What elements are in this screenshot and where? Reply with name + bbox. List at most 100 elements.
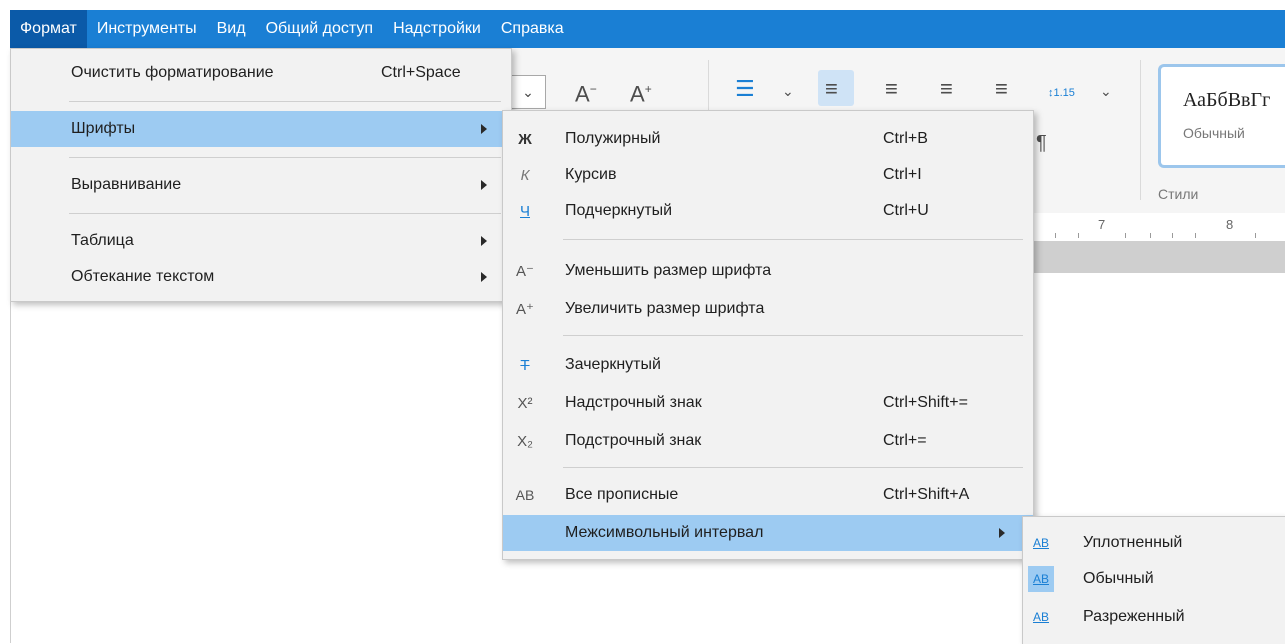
ruler-tick — [1172, 233, 1173, 238]
chevron-down-icon[interactable]: ⌄ — [782, 80, 794, 102]
menu-item-label: Уплотненный — [1083, 534, 1183, 551]
menu-item-label: Подчеркнутый — [565, 202, 673, 219]
bold-icon: Ж — [518, 130, 532, 148]
submenu-arrow-icon — [481, 180, 487, 190]
character-spacing-submenu: AB Уплотненный AB Обычный AB Разреженный — [1022, 516, 1285, 644]
menu-item-label: Надстрочный знак — [565, 394, 702, 411]
menu-item-label: Увеличить размер шрифта — [565, 300, 765, 317]
menu-item-text-wrap[interactable]: Обтекание текстом — [11, 259, 511, 295]
menu-item-label: Обычный — [1083, 570, 1154, 587]
underline-icon: Ч — [520, 202, 530, 220]
chevron-down-icon: ⌄ — [522, 83, 534, 100]
submenu-arrow-icon — [481, 236, 487, 246]
menu-separator — [563, 467, 1023, 468]
chevron-down-icon[interactable]: ⌄ — [1100, 80, 1112, 102]
italic-icon: К — [520, 166, 530, 184]
subscript-icon: X₂ — [517, 432, 533, 450]
menu-help[interactable]: Справка — [491, 10, 574, 48]
menu-item-fonts[interactable]: Шрифты — [11, 111, 511, 147]
menu-item-label: Подстрочный знак — [565, 432, 702, 449]
menu-item-label: Шрифты — [71, 120, 136, 137]
expanded-spacing-icon: AB — [1032, 610, 1049, 624]
all-caps-icon: AB — [515, 487, 535, 503]
menu-item-increase-font[interactable]: A⁺ Увеличить размер шрифта — [503, 291, 1033, 327]
menu-item-shortcut: Ctrl+I — [883, 166, 922, 183]
ruler-number: 7 — [1098, 217, 1106, 232]
align-left-icon[interactable]: ≡ — [825, 78, 838, 100]
menu-separator — [563, 335, 1023, 336]
menu-item-shortcut: Ctrl+= — [883, 432, 927, 449]
submenu-arrow-icon — [481, 124, 487, 134]
align-right-icon[interactable]: ≡ — [940, 78, 953, 100]
menu-item-normal-spacing[interactable]: AB Обычный — [1023, 561, 1285, 597]
menu-addons[interactable]: Надстройки — [383, 10, 491, 48]
menu-item-label: Курсив — [565, 166, 617, 183]
toolbar-separator — [1140, 60, 1141, 200]
line-spacing-icon[interactable]: ↕1.15 — [1048, 82, 1075, 104]
submenu-arrow-icon — [999, 528, 1005, 538]
submenu-arrow-icon — [481, 272, 487, 282]
menu-item-all-caps[interactable]: AB Все прописные Ctrl+Shift+A — [503, 477, 1033, 513]
menu-item-decrease-font[interactable]: A⁻ Уменьшить размер шрифта — [503, 253, 1033, 289]
menu-item-underline[interactable]: Ч Подчеркнутый Ctrl+U — [503, 193, 1033, 229]
normal-spacing-icon: AB — [1032, 572, 1049, 586]
menu-bar: Формат Инструменты Вид Общий доступ Надс… — [10, 10, 1285, 48]
menu-item-shortcut: Ctrl+Shift+A — [883, 486, 970, 503]
line-spacing-value: 1.15 — [1053, 87, 1075, 99]
menu-item-label: Выравнивание — [71, 176, 182, 193]
style-card-normal[interactable]: АаБбВвГг Обычный — [1158, 64, 1285, 168]
menu-item-superscript[interactable]: X² Надстрочный знак Ctrl+Shift+= — [503, 385, 1033, 421]
menu-item-alignment[interactable]: Выравнивание — [11, 167, 511, 203]
menu-item-table[interactable]: Таблица — [11, 223, 511, 259]
menu-separator — [69, 213, 501, 214]
bullet-list-icon[interactable]: ☰ — [735, 78, 755, 100]
fonts-submenu: Ж Полужирный Ctrl+B К Курсив Ctrl+I Ч По… — [502, 110, 1034, 560]
menu-item-bold[interactable]: Ж Полужирный Ctrl+B — [503, 121, 1033, 157]
menu-item-subscript[interactable]: X₂ Подстрочный знак Ctrl+= — [503, 423, 1033, 459]
menu-sharing[interactable]: Общий доступ — [256, 10, 384, 48]
menu-item-condensed[interactable]: AB Уплотненный — [1023, 525, 1285, 561]
menu-item-shortcut: Ctrl+U — [883, 202, 929, 219]
increase-font-size-icon: A⁺ — [516, 301, 534, 318]
format-menu: Очистить форматирование Ctrl+Space Шрифт… — [10, 48, 512, 302]
menu-item-italic[interactable]: К Курсив Ctrl+I — [503, 157, 1033, 193]
menu-item-label: Полужирный — [565, 130, 661, 147]
ruler-tick — [1195, 233, 1196, 238]
menu-separator — [69, 157, 501, 158]
decrease-font-icon[interactable]: A− — [575, 78, 597, 105]
menu-tools[interactable]: Инструменты — [87, 10, 207, 48]
align-justify-icon[interactable]: ≡ — [995, 78, 1008, 100]
menu-format[interactable]: Формат — [10, 10, 87, 48]
ruler-tick — [1255, 233, 1256, 238]
menu-item-character-spacing[interactable]: Межсимвольный интервал — [503, 515, 1033, 551]
condensed-spacing-icon: AB — [1032, 536, 1049, 550]
strikethrough-icon: T — [520, 356, 530, 374]
align-center-icon[interactable]: ≡ — [885, 78, 898, 100]
decrease-font-size-icon: A⁻ — [516, 263, 534, 280]
menu-item-label: Межсимвольный интервал — [565, 524, 764, 541]
menu-item-label: Таблица — [71, 232, 134, 249]
style-name: Обычный — [1183, 125, 1245, 141]
menu-item-clear-formatting[interactable]: Очистить форматирование Ctrl+Space — [11, 55, 511, 91]
menu-separator — [69, 101, 501, 102]
menu-item-shortcut: Ctrl+Space — [381, 64, 461, 81]
increase-font-icon[interactable]: A+ — [630, 78, 652, 105]
menu-item-shortcut: Ctrl+B — [883, 130, 928, 147]
ruler-tick — [1078, 233, 1079, 238]
menu-item-label: Зачеркнутый — [565, 356, 661, 373]
ruler-number: 8 — [1226, 217, 1234, 232]
menu-item-label: Разреженный — [1083, 608, 1185, 625]
ruler-tick — [1125, 233, 1126, 238]
menu-item-label: Очистить форматирование — [71, 64, 274, 81]
menu-view[interactable]: Вид — [207, 10, 256, 48]
font-size-dropdown[interactable]: ⌄ — [510, 75, 546, 109]
menu-item-label: Уменьшить размер шрифта — [565, 262, 772, 279]
pilcrow-icon[interactable]: ¶ — [1036, 132, 1047, 154]
styles-group-label: Стили — [1158, 186, 1199, 202]
superscript-icon: X² — [517, 394, 533, 412]
style-sample: АаБбВвГг — [1183, 89, 1271, 111]
menu-item-shortcut: Ctrl+Shift+= — [883, 394, 968, 411]
menu-item-expanded[interactable]: AB Разреженный — [1023, 599, 1285, 635]
menu-item-label: Обтекание текстом — [71, 268, 215, 285]
menu-item-strikethrough[interactable]: T Зачеркнутый — [503, 347, 1033, 383]
